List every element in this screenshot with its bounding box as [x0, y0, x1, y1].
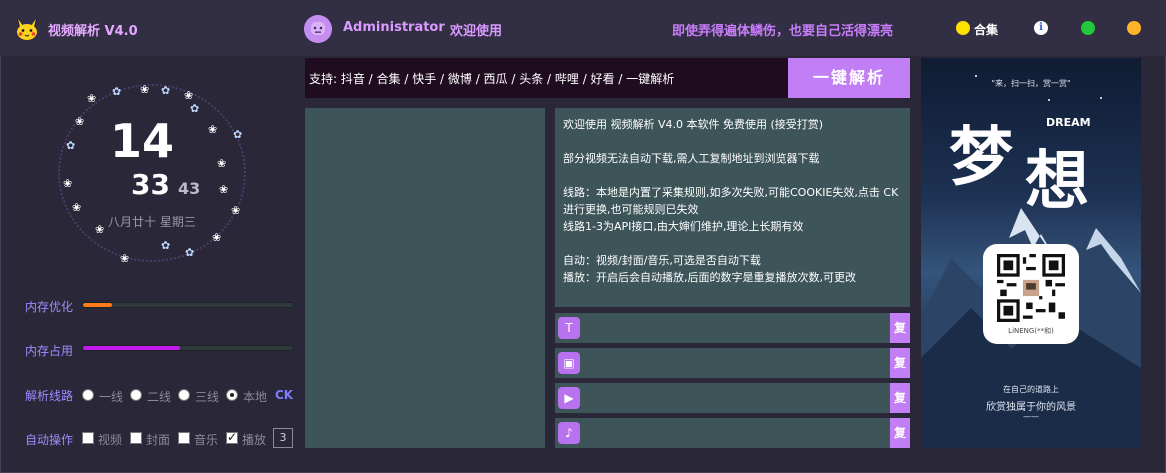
auto-play-label: 播放 — [242, 433, 267, 447]
lunar-date: 八月廿十 星期三 — [108, 215, 196, 229]
poster-quote: "来，扫一扫，赏一赏" — [991, 79, 1071, 88]
image-icon: ▣ — [558, 352, 580, 374]
flower-icon: ❀ — [140, 83, 150, 96]
auto-music-label: 音乐 — [194, 433, 219, 447]
qr-code — [997, 254, 1065, 322]
result-row-video[interactable]: ▶ 复 — [555, 383, 910, 413]
route-radio-1[interactable] — [82, 389, 94, 401]
music-icon: ♪ — [558, 422, 580, 444]
qr-card: LiNENG(**和) — [983, 244, 1079, 344]
maximize-dot-icon[interactable] — [1081, 21, 1095, 35]
play-count-input[interactable]: 3 — [273, 428, 293, 448]
collection-button[interactable]: 合集 — [974, 21, 998, 38]
poster-dash: —— — [1023, 412, 1039, 421]
flower-icon: ❀ — [219, 183, 229, 196]
flower-icon: ❀ — [75, 115, 85, 128]
user-name: Administrator — [343, 20, 445, 35]
notes-line: 欢迎使用 视频解析 V4.0 本软件 免费使用 (接受打赏) — [563, 118, 824, 131]
dream-en: DREAM — [1046, 116, 1091, 129]
flower-icon: ✿ — [161, 84, 171, 97]
clock-hour: 14 — [110, 114, 175, 168]
auto-cover-checkbox[interactable] — [130, 432, 142, 444]
auto-play-checkbox[interactable] — [226, 430, 238, 444]
dream-char-2: 想 — [1025, 145, 1089, 219]
route-label: 解析线路 — [25, 389, 74, 403]
route-label-2: 二线 — [147, 390, 172, 404]
route-radio-local[interactable] — [226, 389, 238, 401]
copy-button[interactable]: 复 — [890, 418, 910, 448]
flower-icon: ✿ — [112, 85, 122, 98]
clock-second: 43 — [178, 179, 201, 198]
memory-usage-label: 内存占用 — [25, 344, 74, 358]
app-title: 视频解析 V4.0 — [48, 24, 138, 39]
avatar[interactable] — [304, 15, 332, 43]
notes-line: 线路：本地是内置了采集规则,如多次失败,可能COOKIE失效,点击 CK 进行更… — [563, 186, 899, 216]
pikachu-logo-icon — [17, 18, 37, 40]
flower-icon: ✿ — [233, 128, 243, 141]
route-label-3: 三线 — [195, 390, 220, 404]
route-radio-2[interactable] — [130, 389, 142, 401]
video-icon: ▶ — [558, 387, 580, 409]
flower-icon: ❀ — [231, 204, 241, 217]
result-row-text[interactable]: T 复 — [555, 313, 910, 343]
poster-line-1: 在自己的道路上 — [1003, 385, 1059, 394]
copy-button[interactable]: 复 — [890, 348, 910, 378]
flower-icon: ❀ — [120, 252, 130, 265]
collection-dot-icon[interactable] — [956, 21, 970, 35]
result-row-music[interactable]: ♪ 复 — [555, 418, 910, 448]
copy-button[interactable]: 复 — [890, 383, 910, 413]
flower-icon: ✿ — [190, 102, 200, 115]
poster-line-2: 欣赏独属于你的风景 — [986, 402, 1076, 413]
url-input-text[interactable]: 支持: 抖音 / 合集 / 快手 / 微博 / 西瓜 / 头条 / 哔哩 / 好… — [309, 70, 674, 87]
ck-button[interactable]: CK — [275, 388, 293, 402]
notes-line: 自动：视频/封面/音乐,可选是否自动下载 — [563, 254, 761, 267]
qr-name: LiNENG(**和) — [1008, 327, 1054, 335]
flower-icon: ❀ — [208, 123, 218, 136]
flower-icon: ❀ — [87, 92, 97, 105]
flower-icon: ❀ — [217, 157, 227, 170]
video-preview[interactable] — [305, 108, 545, 448]
info-icon[interactable]: i — [1034, 21, 1048, 35]
auto-music-checkbox[interactable] — [178, 432, 190, 444]
auto-video-checkbox[interactable] — [82, 432, 94, 444]
text-icon: T — [558, 317, 580, 339]
auto-video-label: 视频 — [98, 433, 123, 447]
user-welcome: 欢迎使用 — [450, 24, 503, 39]
notes-line: 播放：开启后会自动播放,后面的数字是重复播放次数,可更改 — [563, 271, 856, 284]
notes-line: 部分视频无法自动下载,需人工复制地址到浏览器下载 — [563, 152, 820, 165]
memory-optimize-fill — [83, 303, 113, 307]
route-label-1: 一线 — [99, 390, 124, 404]
flower-icon: ❀ — [95, 223, 105, 236]
memory-optimize-bar[interactable] — [82, 302, 294, 308]
notes-line: 线路1-3为API接口,由大婶们维护,理论上长期有效 — [563, 220, 804, 233]
copy-button[interactable]: 复 — [890, 313, 910, 343]
auto-label: 自动操作 — [25, 433, 74, 447]
donation-poster: "来，扫一扫，赏一赏" 梦 想 DREAM LiNENG(**和) 在自己的道路… — [921, 58, 1141, 448]
flower-icon: ❀ — [63, 177, 73, 190]
memory-usage-bar — [82, 345, 294, 351]
flower-icon: ✿ — [161, 239, 171, 252]
dream-char-1: 梦 — [949, 121, 1013, 195]
slogan: 即使弄得遍体鳞伤，也要自己活得漂亮 — [672, 24, 894, 39]
flower-icon: ✿ — [185, 246, 195, 259]
memory-optimize-label: 内存优化 — [25, 300, 74, 314]
clock-minute: 33 — [131, 168, 170, 201]
parse-button[interactable]: 一键解析 — [788, 58, 910, 98]
flower-icon: ❀ — [212, 231, 222, 244]
notes-panel: 欢迎使用 视频解析 V4.0 本软件 免费使用 (接受打赏) 部分视频无法自动下… — [555, 108, 910, 307]
route-label-local: 本地 — [243, 390, 268, 404]
minimize-dot-icon[interactable] — [1127, 21, 1141, 35]
auto-cover-label: 封面 — [146, 433, 171, 447]
route-radio-3[interactable] — [178, 389, 190, 401]
result-row-image[interactable]: ▣ 复 — [555, 348, 910, 378]
memory-usage-fill — [83, 346, 180, 350]
flower-icon: ❀ — [184, 89, 194, 102]
flower-icon: ❀ — [72, 201, 82, 214]
flower-icon: ✿ — [66, 139, 76, 152]
